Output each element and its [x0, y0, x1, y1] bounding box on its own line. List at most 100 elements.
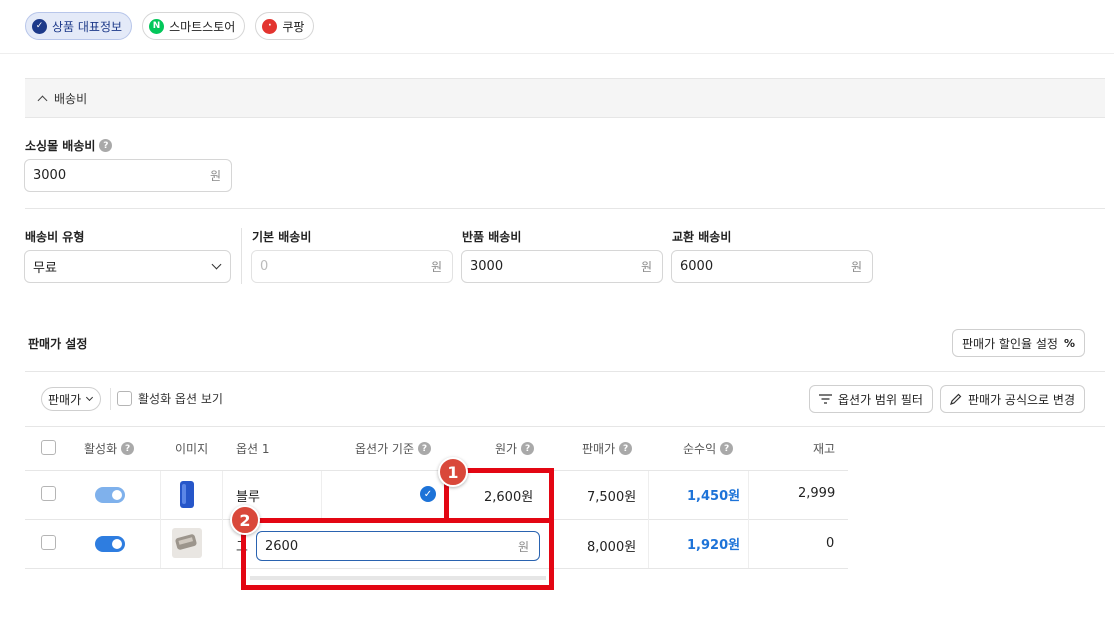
- annotation-badge-1: 1: [438, 457, 468, 487]
- show-active-options-toggle[interactable]: 활성화 옵션 보기: [117, 390, 223, 407]
- header-label: 활성화: [84, 442, 118, 456]
- annotation-connector: [444, 519, 554, 523]
- row-checkbox[interactable]: [41, 535, 56, 550]
- shopping-mall-fee-label: 소싱몰 배송비 ?: [25, 137, 113, 154]
- label-text: 반품 배송비: [462, 230, 522, 244]
- checkbox-label: 활성화 옵션 보기: [138, 392, 223, 406]
- column-divider: [222, 471, 223, 568]
- header-label: 옵션 1: [236, 442, 270, 456]
- row-option: 블루: [236, 490, 260, 505]
- label-text: 배송비 유형: [25, 230, 85, 244]
- header-cost: 원가 ?: [495, 440, 535, 457]
- option-price-range-filter-button[interactable]: 옵션가 범위 필터: [809, 385, 933, 413]
- base-fee-label: 기본 배송비: [252, 228, 311, 245]
- header-label: 순수익: [683, 442, 717, 456]
- help-icon[interactable]: ?: [99, 139, 113, 152]
- show-active-checkbox[interactable]: [117, 391, 132, 406]
- column-divider: [648, 471, 649, 568]
- annotation-badge-2: 2: [230, 505, 260, 535]
- help-icon[interactable]: ?: [521, 442, 535, 455]
- row-sale-price: 8,000원: [587, 540, 637, 555]
- row-net-profit: 1,450원: [687, 489, 741, 504]
- button-label: 판매가 할인율 설정: [962, 336, 1058, 351]
- return-fee-input[interactable]: 3000 원: [461, 250, 663, 283]
- help-icon[interactable]: ?: [720, 442, 734, 455]
- field-unit: 원: [209, 169, 221, 183]
- label-text: 소싱몰 배송비: [25, 139, 96, 153]
- header-image: 이미지: [175, 440, 208, 457]
- divider: [25, 208, 1105, 209]
- tab-coupang[interactable]: · 쿠팡: [255, 12, 315, 40]
- header-label: 원가: [495, 442, 518, 456]
- tab-label: 쿠팡: [282, 19, 305, 34]
- header-label: 판매가: [582, 442, 616, 456]
- chevron-down-icon: [86, 393, 94, 402]
- column-divider: [160, 471, 161, 568]
- column-divider: [321, 471, 322, 519]
- select-value: 무료: [33, 261, 57, 276]
- annotation-box-edit: [241, 518, 554, 590]
- store-tabs: ✓ 상품 대표정보 N 스마트스토어 · 쿠팡: [25, 12, 315, 40]
- select-all-checkbox[interactable]: [41, 440, 56, 455]
- header-label: 이미지: [175, 442, 209, 456]
- check-circle-icon[interactable]: ✓: [420, 486, 436, 502]
- formula-change-button[interactable]: 판매가 공식으로 변경: [940, 385, 1085, 413]
- pricing-title: 판매가 설정: [28, 337, 88, 351]
- naver-icon: N: [149, 18, 165, 34]
- vertical-divider: [241, 228, 242, 284]
- column-divider: [748, 471, 749, 568]
- return-fee-label: 반품 배송비: [462, 228, 521, 245]
- header-option1: 옵션 1: [236, 440, 270, 457]
- fee-type-select[interactable]: 무료: [24, 250, 231, 283]
- field-placeholder: 0: [260, 259, 269, 274]
- row-stock: 0: [826, 536, 835, 551]
- header-label: 옵션가 기준: [355, 442, 415, 456]
- chevron-down-icon: [211, 259, 222, 270]
- pencil-icon: [950, 393, 962, 405]
- filter-icon: [819, 394, 832, 404]
- header-sale-price: 판매가 ?: [582, 440, 633, 457]
- active-toggle[interactable]: [95, 536, 125, 552]
- field-value: 3000: [470, 259, 504, 274]
- header-stock: 재고: [813, 440, 835, 457]
- shipping-section-toggle[interactable]: 배송비: [25, 78, 1105, 118]
- active-toggle[interactable]: [95, 487, 125, 503]
- field-unit: 원: [850, 260, 862, 274]
- product-thumbnail: [180, 481, 194, 508]
- exchange-fee-input[interactable]: 6000 원: [671, 250, 873, 283]
- help-icon[interactable]: ?: [619, 442, 633, 455]
- vertical-divider: [110, 388, 111, 410]
- percent-icon: %: [1063, 336, 1075, 350]
- field-value: 3000: [33, 168, 67, 183]
- header-active: 활성화 ?: [84, 440, 135, 457]
- row-checkbox[interactable]: [41, 486, 56, 501]
- tab-smartstore[interactable]: N 스마트스토어: [142, 12, 246, 40]
- check-circle-icon: ✓: [32, 18, 47, 34]
- label-text: 기본 배송비: [252, 230, 312, 244]
- button-label: 옵션가 범위 필터: [838, 392, 923, 407]
- price-type-dropdown[interactable]: 판매가: [41, 387, 102, 411]
- tab-label: 상품 대표정보: [52, 19, 123, 34]
- product-thumbnail: [172, 528, 202, 558]
- divider: [25, 371, 1105, 372]
- header-net-profit: 순수익 ?: [683, 440, 734, 457]
- tab-product-info[interactable]: ✓ 상품 대표정보: [25, 12, 133, 40]
- button-label: 판매가 공식으로 변경: [968, 392, 1075, 407]
- divider: [0, 53, 1114, 54]
- header-label: 재고: [813, 442, 836, 456]
- fee-type-label: 배송비 유형: [25, 228, 84, 245]
- row-stock: 2,999: [798, 486, 836, 501]
- help-icon[interactable]: ?: [418, 442, 432, 455]
- discount-rate-button[interactable]: 판매가 할인율 설정 %: [952, 329, 1085, 357]
- divider: [25, 426, 1105, 427]
- coupang-icon: ·: [262, 18, 278, 34]
- base-fee-input[interactable]: 0 원: [251, 250, 453, 283]
- shopping-mall-fee-input[interactable]: 3000 원: [24, 159, 232, 192]
- dropdown-value: 판매가: [48, 392, 82, 407]
- header-option-price-base: 옵션가 기준 ?: [355, 440, 432, 457]
- chevron-up-icon: [37, 95, 48, 105]
- field-unit: 원: [640, 260, 652, 274]
- shipping-section-title: 배송비: [54, 91, 88, 106]
- row-net-profit: 1,920원: [687, 538, 741, 553]
- help-icon[interactable]: ?: [121, 442, 135, 455]
